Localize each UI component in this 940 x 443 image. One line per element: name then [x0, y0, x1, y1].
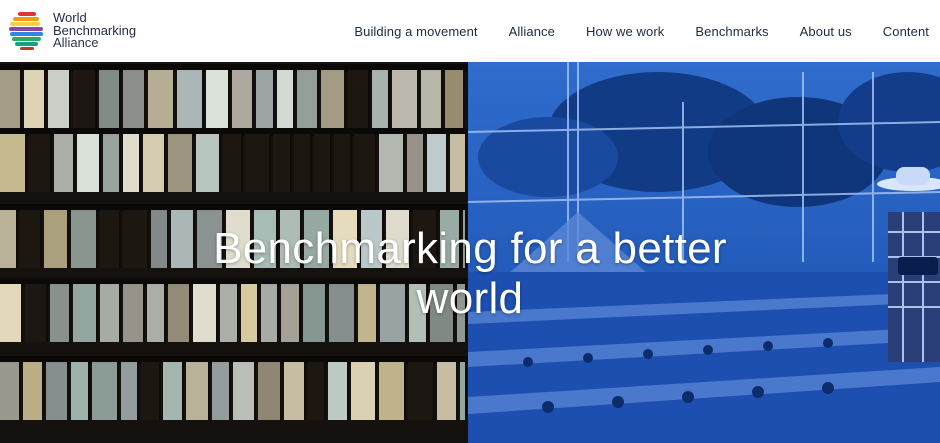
building-window — [379, 134, 405, 192]
building-window — [392, 70, 419, 128]
building-window — [24, 70, 46, 128]
building-window — [0, 70, 22, 128]
logo-wordmark: World Benchmarking Alliance — [53, 12, 136, 50]
building-window — [297, 70, 319, 128]
building-window — [245, 134, 271, 192]
nav-benchmarks[interactable]: Benchmarks — [695, 24, 768, 39]
building-window — [421, 70, 443, 128]
building-window — [23, 362, 44, 420]
hero-banner: Benchmarking for a better world — [0, 62, 940, 443]
building-window — [379, 362, 406, 420]
building-window — [46, 362, 69, 420]
building-window — [460, 362, 467, 420]
building-window — [232, 70, 254, 128]
building-window — [206, 70, 230, 128]
building-window — [177, 70, 204, 128]
building-window — [408, 362, 435, 420]
building-window — [273, 134, 292, 192]
hero-title-line-2: world — [416, 274, 524, 323]
building-window — [121, 362, 139, 420]
building-window — [277, 70, 295, 128]
nav-about-us[interactable]: About us — [800, 24, 852, 39]
building-window — [284, 362, 306, 420]
building-window — [212, 362, 231, 420]
building-window — [256, 70, 275, 128]
nav-content[interactable]: Content — [883, 24, 929, 39]
building-window — [92, 362, 119, 420]
hero-title-line-1: Benchmarking for a better — [213, 224, 727, 273]
building-window — [99, 70, 121, 128]
building-window — [163, 362, 184, 420]
hero-title: Benchmarking for a better world — [0, 224, 940, 324]
building-window — [168, 134, 194, 192]
building-window — [314, 134, 332, 192]
building-window — [437, 362, 458, 420]
building-window — [143, 134, 166, 192]
building-window — [328, 362, 349, 420]
building-window — [73, 70, 97, 128]
building-window — [0, 362, 21, 420]
building-window — [294, 134, 312, 192]
building-window — [445, 70, 465, 128]
building-window — [123, 134, 141, 192]
building-window — [334, 134, 352, 192]
building-window — [450, 134, 467, 192]
building-window — [308, 362, 326, 420]
building-window — [103, 134, 121, 192]
logo-line-3: Alliance — [53, 35, 99, 51]
building-window — [123, 70, 146, 128]
building-window — [196, 134, 221, 192]
building-window — [48, 70, 71, 128]
site-header: World Benchmarking Alliance Building a m… — [0, 0, 940, 62]
nav-building-a-movement[interactable]: Building a movement — [354, 24, 477, 39]
building-window — [351, 362, 377, 420]
building-window — [372, 70, 390, 128]
building-window — [233, 362, 256, 420]
nav-how-we-work[interactable]: How we work — [586, 24, 664, 39]
building-window — [427, 134, 448, 192]
building-window — [29, 134, 52, 192]
building-window — [141, 362, 161, 420]
building-window — [321, 70, 346, 128]
building-window — [258, 362, 282, 420]
nav-alliance[interactable]: Alliance — [509, 24, 555, 39]
main-nav: Building a movement Alliance How we work… — [354, 0, 940, 62]
building-window — [54, 134, 75, 192]
building-window — [223, 134, 243, 192]
building-window — [71, 362, 90, 420]
logo[interactable]: World Benchmarking Alliance — [8, 11, 136, 51]
building-window — [77, 134, 101, 192]
building-window — [186, 362, 210, 420]
building-window — [354, 134, 377, 192]
building-window — [407, 134, 425, 192]
building-window — [0, 134, 27, 192]
building-window — [148, 70, 175, 128]
logo-mark-icon — [9, 12, 43, 50]
building-window — [348, 70, 370, 128]
